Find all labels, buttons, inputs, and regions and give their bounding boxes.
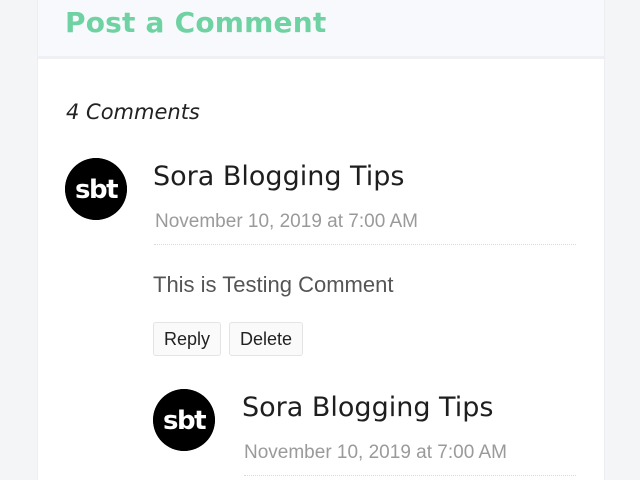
comment-author[interactable]: Sora Blogging Tips [153, 161, 404, 192]
comment-divider [244, 475, 576, 476]
avatar[interactable]: sbt [65, 158, 127, 220]
sbt-logo-icon: sbt [153, 389, 215, 451]
sbt-logo-icon: sbt [65, 158, 127, 220]
avatar-text: sbt [163, 406, 206, 436]
comment-text: This is Testing Comment [153, 272, 394, 297]
comments-card: Post a Comment 4 Comments sbt Sora Blogg… [37, 0, 605, 480]
comments-count: 4 Comments [66, 100, 200, 124]
avatar[interactable]: sbt [153, 389, 215, 451]
post-comment-title[interactable]: Post a Comment [65, 6, 326, 39]
comment-date[interactable]: November 10, 2019 at 7:00 AM [155, 211, 418, 233]
comment-author[interactable]: Sora Blogging Tips [242, 392, 493, 423]
reply-button[interactable]: Reply [153, 322, 222, 356]
page: Post a Comment 4 Comments sbt Sora Blogg… [0, 0, 640, 480]
avatar-text: sbt [75, 175, 118, 205]
comment-date[interactable]: November 10, 2019 at 7:00 AM [244, 442, 507, 464]
comments-header: Post a Comment [38, 0, 604, 59]
comment-divider [154, 244, 576, 245]
delete-button[interactable]: Delete [229, 322, 304, 356]
